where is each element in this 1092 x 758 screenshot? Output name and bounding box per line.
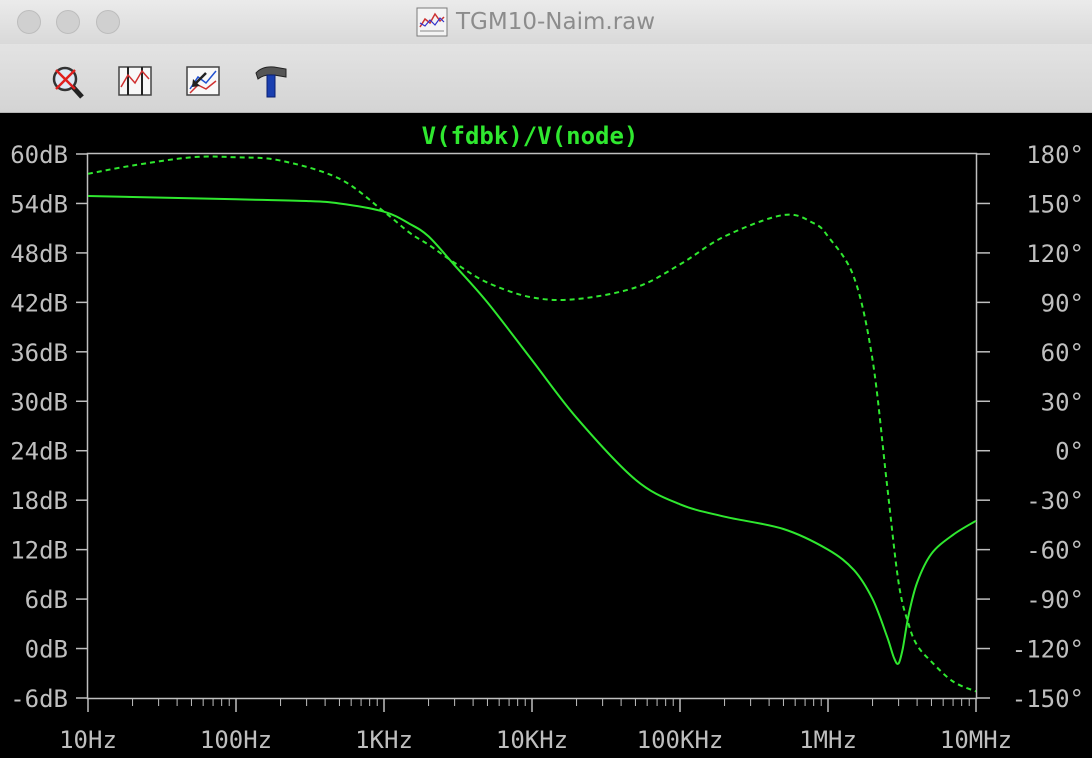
y-right-tick-label: -30° bbox=[1026, 487, 1084, 515]
bode-plot[interactable]: V(fdbk)/V(node) 10Hz 100Hz 1KHz 10KHz 100KHz… bbox=[0, 113, 1092, 758]
window-title-area: TGM10-Naim.raw bbox=[0, 0, 1092, 44]
x-tick-label: 1KHz bbox=[355, 726, 413, 754]
y-left-tick-label: 18dB bbox=[10, 487, 68, 515]
title-bar: TGM10-Naim.raw bbox=[0, 0, 1092, 44]
y-left-tick-label: 6dB bbox=[25, 586, 68, 614]
plot-frame bbox=[86, 152, 978, 700]
zoom-cancel-icon[interactable] bbox=[48, 63, 86, 101]
y-left-tick-label: 42dB bbox=[10, 289, 68, 317]
x-tick-label: 10Hz bbox=[59, 726, 117, 754]
x-tick-label: 1MHz bbox=[799, 726, 857, 754]
y-right-tick-label: 60° bbox=[1041, 339, 1084, 367]
window-title: TGM10-Naim.raw bbox=[456, 9, 656, 35]
hammer-icon[interactable] bbox=[252, 63, 290, 101]
y-right-tick-label: 180° bbox=[1026, 141, 1084, 169]
undo-zoom-icon[interactable] bbox=[184, 63, 222, 101]
waveform-file-icon bbox=[416, 7, 448, 37]
y-right-tick-label: -150° bbox=[1012, 685, 1084, 713]
autorange-icon[interactable] bbox=[116, 63, 154, 101]
y-right-tick-label: 150° bbox=[1026, 190, 1084, 218]
y-right-tick-label: -90° bbox=[1026, 586, 1084, 614]
y-left-tick-label: 24dB bbox=[10, 438, 68, 466]
axis-labels: 10Hz 100Hz 1KHz 10KHz 100KHz 1MHz 10MHz 60dB 54d… bbox=[10, 141, 1084, 754]
y-right-tick-label: 0° bbox=[1055, 438, 1084, 466]
y-left-tick-label: 30dB bbox=[10, 388, 68, 416]
y-right-tick-label: 90° bbox=[1041, 289, 1084, 317]
y-left-tick-label: 36dB bbox=[10, 339, 68, 367]
x-tick-label: 100Hz bbox=[200, 726, 272, 754]
plot-area[interactable]: V(fdbk)/V(node) 10Hz 100Hz 1KHz 10KHz 100KHz… bbox=[0, 113, 1092, 758]
axis-ticks bbox=[76, 153, 990, 712]
y-right-tick-label: 120° bbox=[1026, 240, 1084, 268]
y-left-tick-label: 48dB bbox=[10, 240, 68, 268]
x-tick-label: 100KHz bbox=[637, 726, 724, 754]
y-left-tick-label: 12dB bbox=[10, 537, 68, 565]
curves bbox=[87, 155, 977, 693]
x-tick-label: 10MHz bbox=[940, 726, 1012, 754]
phase-curve bbox=[87, 155, 977, 693]
y-left-tick-label: 60dB bbox=[10, 141, 68, 169]
y-right-tick-label: -60° bbox=[1026, 537, 1084, 565]
x-tick-label: 10KHz bbox=[496, 726, 568, 754]
y-left-tick-label: 0dB bbox=[25, 636, 68, 664]
y-left-tick-label: 54dB bbox=[10, 190, 68, 218]
magnitude-curve bbox=[87, 195, 977, 665]
y-right-tick-label: -120° bbox=[1012, 636, 1084, 664]
toolbar bbox=[0, 44, 1092, 113]
chart-title: V(fdbk)/V(node) bbox=[422, 122, 639, 150]
y-left-tick-label: -6dB bbox=[10, 685, 68, 713]
y-right-tick-label: 30° bbox=[1041, 388, 1084, 416]
